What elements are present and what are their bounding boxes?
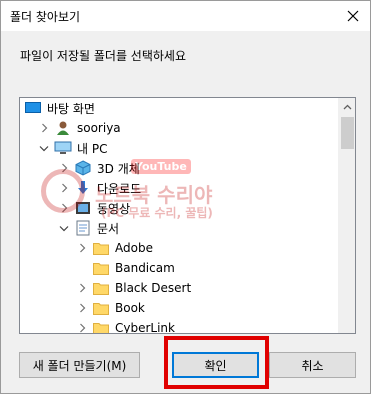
computer-icon <box>54 140 72 156</box>
tree-item[interactable]: Book <box>20 298 338 318</box>
folder-icon <box>92 300 110 316</box>
document-icon <box>74 220 92 236</box>
folder-icon <box>92 240 110 256</box>
folder-icon <box>92 320 110 333</box>
chevron-right-icon[interactable] <box>76 302 88 314</box>
tree-item-label: 문서 <box>97 221 120 236</box>
tree-item[interactable]: 다운로드 <box>20 178 338 198</box>
tree-item-label: Black Desert <box>115 281 192 295</box>
video-icon <box>74 200 92 216</box>
download-icon <box>74 180 92 196</box>
tree-item[interactable]: CyberLink <box>20 318 338 334</box>
chevron-right-icon[interactable] <box>76 242 88 254</box>
folder-browser-dialog: 폴더 찾아보기 파일이 저장될 폴더를 선택하세요 CyberLink Book B… <box>0 0 371 394</box>
user-icon <box>54 120 72 136</box>
folder-icon <box>92 280 110 296</box>
expander-placeholder <box>76 262 88 274</box>
scroll-up-button[interactable] <box>339 98 355 115</box>
vertical-scrollbar[interactable] <box>338 98 355 333</box>
tree-item[interactable]: Black Desert <box>20 278 338 298</box>
chevron-right-icon[interactable] <box>76 322 88 333</box>
tree-item[interactable]: 동영상 <box>20 198 338 218</box>
tree-item-label: 내 PC <box>77 141 108 156</box>
tree-item-label: sooriya <box>77 121 121 135</box>
new-folder-button[interactable]: 새 폴더 만들기(M) <box>19 352 140 378</box>
close-button[interactable] <box>340 3 366 29</box>
tree-item[interactable]: 내 PC <box>20 138 338 158</box>
tree-item-label: Bandicam <box>115 261 175 275</box>
tree-item[interactable]: 문서 <box>20 218 338 238</box>
tree-item-label: 바탕 화면 <box>47 101 95 116</box>
chevron-down-icon[interactable] <box>38 142 50 154</box>
folder-tree[interactable]: CyberLink Book Black Desert Bandicam Adobe 문서… <box>19 97 356 334</box>
title-bar: 폴더 찾아보기 <box>1 1 370 31</box>
tree-item[interactable]: Adobe <box>20 238 338 258</box>
scroll-thumb[interactable] <box>341 117 354 149</box>
chevron-right-icon[interactable] <box>38 122 50 134</box>
tree-item[interactable]: 3D 개체 <box>20 158 338 178</box>
folder-icon <box>92 260 110 276</box>
close-icon <box>347 10 359 22</box>
chevron-right-icon[interactable] <box>58 162 70 174</box>
tree-item-label: CyberLink <box>115 321 175 334</box>
chevron-right-icon[interactable] <box>58 182 70 194</box>
dialog-title: 폴더 찾아보기 <box>10 10 81 24</box>
chevron-up-icon <box>343 104 352 109</box>
tree-item-label: 3D 개체 <box>97 161 140 176</box>
chevron-right-icon[interactable] <box>76 282 88 294</box>
tree-item[interactable]: sooriya <box>20 118 338 138</box>
tree-item[interactable]: 바탕 화면 <box>20 98 338 118</box>
instruction-text: 파일이 저장될 폴더를 선택하세요 <box>20 49 187 63</box>
tree-item-label: 동영상 <box>97 201 131 216</box>
tree-item-label: 다운로드 <box>97 181 142 196</box>
tree-item[interactable]: Bandicam <box>20 258 338 278</box>
3d-objects-icon <box>74 160 92 176</box>
chevron-down-icon[interactable] <box>58 222 70 234</box>
tree-item-label: Adobe <box>115 241 153 255</box>
chevron-right-icon[interactable] <box>58 202 70 214</box>
tree-item-label: Book <box>115 301 145 315</box>
highlight-box <box>164 336 269 389</box>
cancel-button[interactable]: 취소 <box>269 352 356 378</box>
desktop-icon <box>24 100 42 116</box>
